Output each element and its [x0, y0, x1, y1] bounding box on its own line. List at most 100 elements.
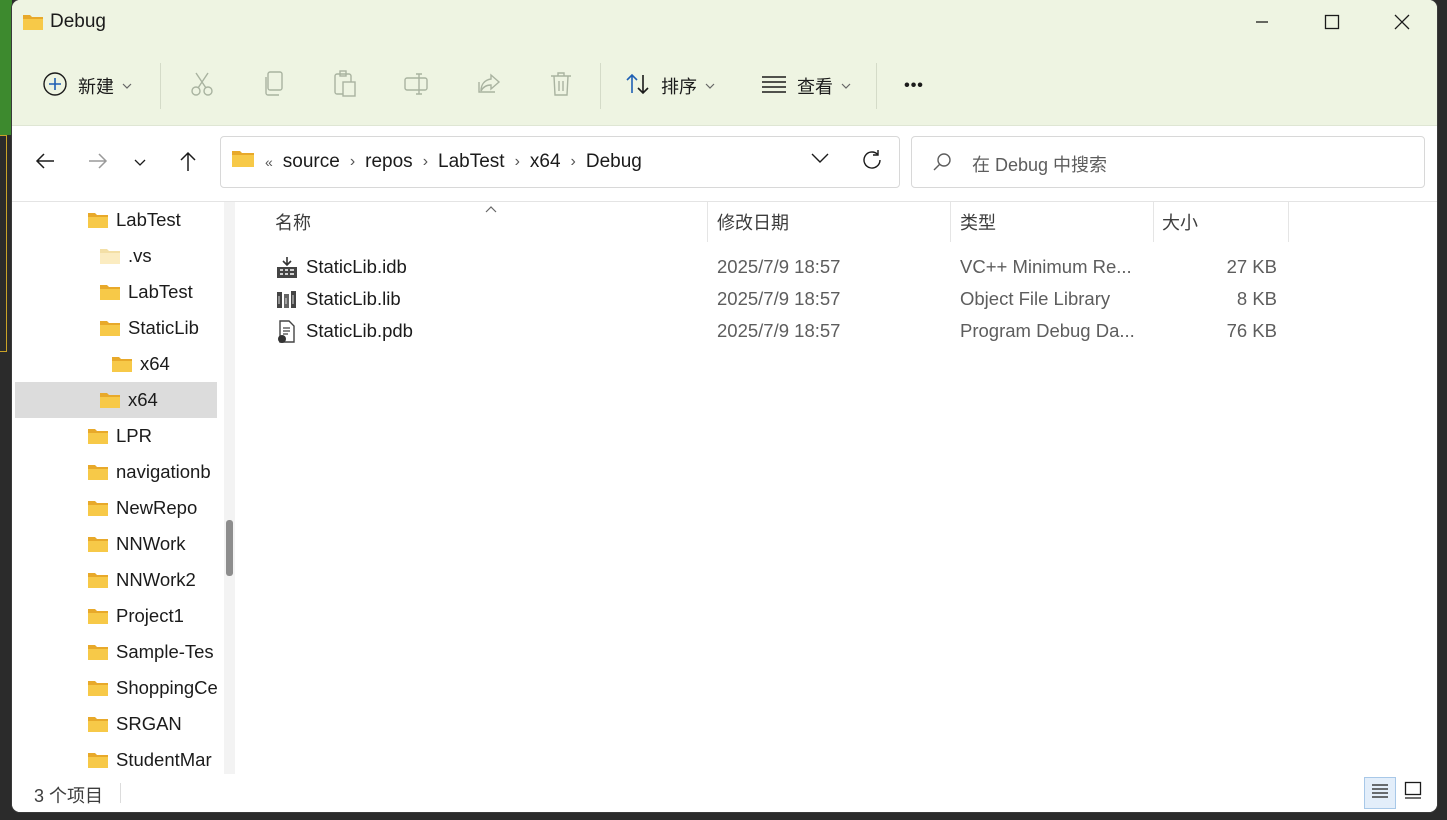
breadcrumb-debug[interactable]: Debug [586, 151, 642, 173]
paste-icon [333, 69, 357, 103]
sidebar-item-sample-tes[interactable]: Sample-Tes [87, 634, 214, 670]
minimize-button[interactable] [1227, 0, 1297, 44]
chevron-down-icon [811, 151, 829, 168]
folder-icon [231, 149, 255, 175]
navigation-scrollbar[interactable] [224, 202, 235, 774]
command-bar: 新建 排序 查看 ••• [12, 55, 1437, 117]
breadcrumb-x64[interactable]: x64 [530, 151, 561, 173]
sidebar-item-label: ShoppingCe [116, 677, 218, 698]
sidebar-item-labtest[interactable]: LabTest [99, 274, 193, 310]
address-history-button[interactable] [811, 151, 829, 169]
address-bar[interactable]: « source › repos › LabTest › x64 › Debug [220, 136, 900, 188]
breadcrumb-overflow[interactable]: « [265, 154, 273, 170]
copy-icon [263, 70, 285, 102]
forward-button[interactable] [81, 146, 115, 180]
sidebar-item-x64[interactable]: x64 [111, 346, 170, 382]
toolbar-separator [876, 63, 877, 109]
sidebar-item-label: Project1 [116, 605, 184, 626]
status-separator [120, 783, 121, 803]
view-button[interactable]: 查看 [756, 63, 856, 109]
sidebar-item-newrepo[interactable]: NewRepo [87, 490, 197, 526]
arrow-left-icon [35, 152, 55, 175]
column-divider[interactable] [950, 202, 951, 242]
file-name: StaticLib.pdb [306, 320, 413, 341]
breadcrumb-labtest[interactable]: LabTest [438, 151, 505, 173]
sidebar-item-nnwork2[interactable]: NNWork2 [87, 562, 196, 598]
sidebar-item-label: StudentMar [116, 749, 212, 770]
close-button[interactable] [1367, 0, 1437, 44]
idb-file-icon [275, 256, 299, 285]
column-divider[interactable] [1153, 202, 1154, 242]
more-options-button[interactable]: ••• [894, 63, 934, 109]
file-date: 2025/7/9 18:57 [717, 288, 841, 309]
sidebar-item-lpr[interactable]: LPR [87, 418, 152, 454]
recent-locations-button[interactable] [125, 146, 155, 180]
sidebar-item-label: navigationb [116, 461, 211, 482]
desktop-background [0, 0, 12, 135]
cut-button[interactable] [182, 63, 222, 109]
column-divider[interactable] [707, 202, 708, 242]
sidebar-item-staticlib[interactable]: StaticLib [99, 310, 199, 346]
column-divider[interactable] [1288, 202, 1289, 242]
sort-button[interactable]: 排序 [620, 63, 720, 109]
sort-arrows-icon [625, 72, 651, 101]
column-header-date[interactable]: 修改日期 [717, 202, 789, 242]
folder-icon [87, 607, 109, 625]
breadcrumb-source[interactable]: source [283, 151, 340, 173]
folder-icon [87, 751, 109, 769]
up-button[interactable] [171, 146, 205, 180]
back-button[interactable] [28, 146, 62, 180]
navigation-scrollbar-thumb[interactable] [226, 520, 233, 576]
column-header-type[interactable]: 类型 [960, 202, 996, 242]
sidebar-item-label: StaticLib [128, 317, 199, 338]
sidebar-item-label: NewRepo [116, 497, 198, 518]
sidebar-item-srgan[interactable]: SRGAN [87, 706, 182, 742]
sidebar-item-label: x64 [140, 353, 170, 374]
large-icons-view-button[interactable] [1398, 777, 1428, 807]
file-row[interactable]: StaticLib.lib 2025/7/9 18:57 Object File L… [245, 283, 1345, 315]
file-type: Program Debug Da... [960, 320, 1135, 341]
refresh-button[interactable] [861, 149, 883, 176]
folder-icon [87, 715, 109, 733]
search-input[interactable]: 在 Debug 中搜索 [911, 136, 1425, 188]
folder-icon [87, 499, 109, 517]
column-header-size[interactable]: 大小 [1162, 202, 1198, 242]
item-count: 3 个项目 [34, 786, 104, 806]
title-bar: Debug [12, 0, 1437, 44]
column-header-name[interactable]: 名称 [275, 202, 311, 242]
large-icons-view-icon [1404, 781, 1422, 804]
sidebar-item-nnwork[interactable]: NNWork [87, 526, 186, 562]
copy-button[interactable] [254, 63, 294, 109]
chevron-down-icon [122, 77, 132, 95]
desktop-window-edge [0, 135, 7, 352]
new-button[interactable]: 新建 [32, 63, 142, 109]
sidebar-item-project1[interactable]: Project1 [87, 598, 184, 634]
file-explorer-window: Debug 新建 排序 查看 ••• « source › repos › La… [12, 0, 1437, 812]
search-placeholder: 在 Debug 中搜索 [972, 155, 1108, 175]
breadcrumb-repos[interactable]: repos [365, 151, 413, 173]
share-button[interactable] [469, 63, 509, 109]
file-list-pane: 名称 修改日期 类型 大小 StaticLib.idb 2025/7/9 18:5… [245, 202, 1437, 774]
file-date: 2025/7/9 18:57 [717, 256, 841, 277]
sidebar-item-label: LabTest [116, 209, 181, 230]
rename-button[interactable] [397, 63, 437, 109]
folder-icon [99, 283, 121, 301]
delete-button[interactable] [541, 63, 581, 109]
sidebar-item-x64[interactable]: x64 [15, 382, 217, 418]
sidebar-item-navigationb[interactable]: navigationb [87, 454, 211, 490]
sidebar-item-studentmar[interactable]: StudentMar [87, 742, 212, 774]
sidebar-item-vs[interactable]: .vs [99, 238, 152, 274]
sidebar-item-label: LabTest [128, 281, 193, 302]
file-row[interactable]: StaticLib.pdb 2025/7/9 18:57 Program Debug… [245, 315, 1345, 347]
file-type: Object File Library [960, 288, 1111, 309]
list-view-icon [761, 75, 787, 98]
file-row[interactable]: StaticLib.idb 2025/7/9 18:57 VC++ Minimum … [245, 251, 1345, 283]
refresh-icon [861, 150, 883, 175]
sidebar-item-labtest[interactable]: LabTest [87, 202, 181, 238]
file-name: StaticLib.lib [306, 288, 401, 309]
paste-button[interactable] [325, 63, 365, 109]
maximize-button[interactable] [1297, 0, 1367, 44]
share-icon [477, 72, 501, 101]
sidebar-item-shoppingce[interactable]: ShoppingCe [87, 670, 218, 706]
details-view-button[interactable] [1364, 777, 1396, 809]
